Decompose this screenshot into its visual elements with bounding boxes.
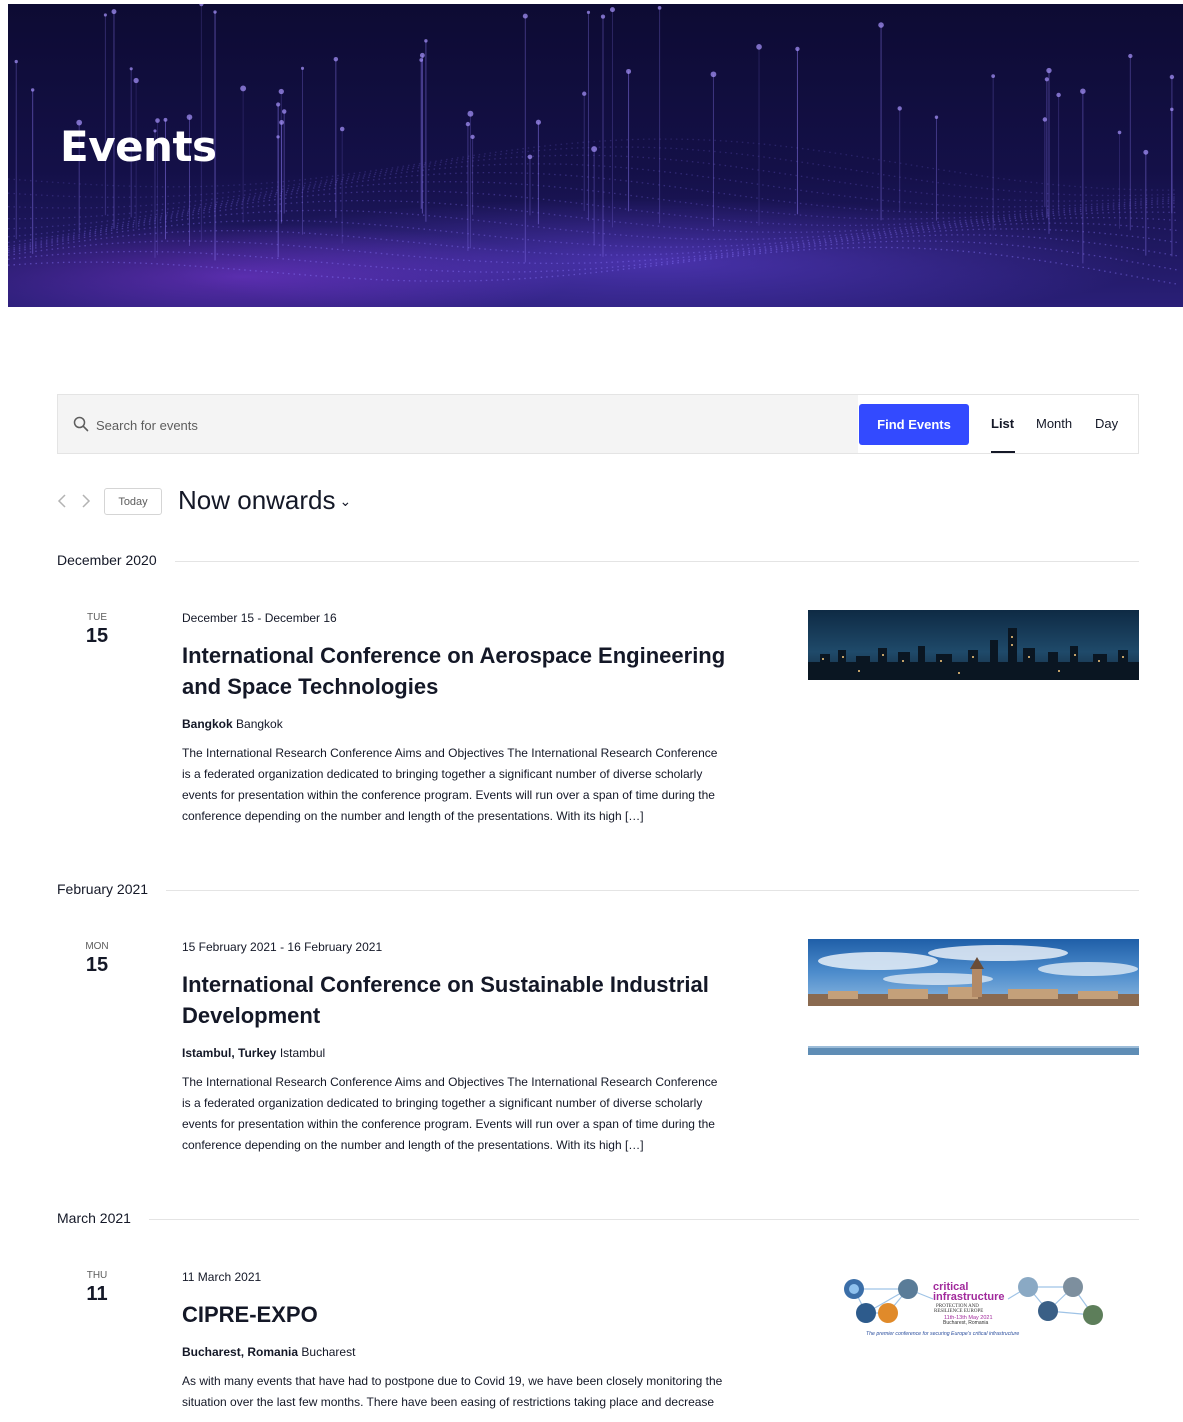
event-venue: Bucharest, Romania Bucharest [182, 1344, 772, 1360]
month-label: March 2021 [57, 1210, 149, 1226]
description-line: events for presentation within the confe… [182, 1117, 715, 1131]
venue-name: Bangkok [182, 717, 233, 731]
event-title-line: Development [182, 1003, 321, 1028]
previous-arrow-icon[interactable] [56, 493, 68, 509]
description-line: events for presentation within the confe… [182, 788, 715, 802]
event-title-line: and Space Technologies [182, 674, 439, 699]
event-title-line: CIPRE-EXPO [182, 1302, 318, 1327]
venue-name: Bucharest, Romania [182, 1345, 299, 1359]
chevron-down-icon: ⌄ [339, 493, 352, 509]
month-divider-line [57, 890, 1139, 891]
event-details: 11 March 2021 CIPRE-EXPO Bucharest, Roma… [182, 1269, 772, 1413]
hero-banner: Events [8, 4, 1183, 307]
date-range-selector[interactable]: Now onwards ⌄ [178, 485, 351, 516]
event-title-line: International Conference on Aerospace En… [182, 643, 726, 668]
event-day: 15 [85, 625, 109, 647]
description-line: The International Research Conference Ai… [182, 746, 718, 760]
event-date-tag: THU 11 [57, 1270, 137, 1306]
event-date-tag: MON 15 [57, 941, 137, 977]
event-title-link[interactable]: International Conference on Aerospace En… [182, 640, 772, 702]
event-datetime: 15 February 2021 - 16 February 2021 [182, 940, 383, 954]
month-label: December 2020 [57, 552, 175, 568]
event-weekday: MON [85, 941, 109, 952]
event-weekday: TUE [87, 612, 107, 623]
event-datetime: December 15 - December 16 [182, 611, 337, 625]
logo-tagline: The premier conference for securing Euro… [866, 1331, 1019, 1337]
event-description: The International Research Conference Ai… [182, 1072, 772, 1156]
month-divider-line [57, 1219, 1139, 1220]
page-title: Events [60, 122, 217, 171]
event-featured-image[interactable] [808, 939, 1139, 1055]
event-title-link[interactable]: CIPRE-EXPO [182, 1299, 772, 1330]
description-line: conference depending on the number and l… [182, 1138, 644, 1152]
month-separator: March 2021 [57, 1210, 1139, 1230]
event-venue: Bangkok Bangkok [182, 716, 772, 732]
next-arrow-icon[interactable] [80, 493, 92, 509]
logo-text-location: Bucharest, Romania [943, 1320, 989, 1326]
description-line: As with many events that have had to pos… [182, 1374, 723, 1388]
event-title-link[interactable]: International Conference on Sustainable … [182, 969, 772, 1031]
view-tab-day[interactable]: Day [1095, 416, 1118, 431]
event-description: The International Research Conference Ai… [182, 743, 772, 827]
view-tab-month[interactable]: Month [1036, 416, 1072, 431]
description-line: conference depending on the number and l… [182, 809, 644, 823]
event-title-line: International Conference on Sustainable … [182, 972, 709, 997]
today-button[interactable]: Today [104, 488, 162, 515]
venue-city: Bangkok [236, 717, 283, 731]
find-events-button[interactable]: Find Events [859, 404, 969, 445]
description-line: is a federated organization dedicated to… [182, 767, 703, 781]
event-day: 11 [86, 1283, 108, 1305]
event-description: As with many events that have had to pos… [182, 1371, 772, 1413]
description-line: is a federated organization dedicated to… [182, 1096, 703, 1110]
venue-name: Istambul, Turkey [182, 1046, 277, 1060]
search-area [58, 395, 858, 453]
search-icon [73, 416, 89, 432]
venue-city: Bucharest [301, 1345, 356, 1359]
active-view-indicator [991, 451, 1015, 453]
logo-text-infrastructure: infrastructure [933, 1291, 1005, 1303]
logo-text-resilience: RESILIENCE EUROPE [934, 1309, 983, 1314]
event-featured-image[interactable] [808, 610, 1139, 680]
month-divider-line [57, 561, 1139, 562]
date-range-label: Now onwards [178, 485, 336, 515]
event-datetime: 11 March 2021 [182, 1270, 262, 1284]
month-separator: December 2020 [57, 552, 1139, 572]
event-weekday: THU [86, 1270, 108, 1281]
event-details: 15 February 2021 - 16 February 2021 Inte… [182, 939, 772, 1156]
event-day: 15 [85, 954, 109, 976]
event-details: December 15 - December 16 International … [182, 610, 772, 827]
events-bar: Find Events List Month Day [57, 394, 1139, 454]
venue-city: Istambul [279, 1046, 326, 1060]
event-venue: Istambul, Turkey Istambul [182, 1045, 772, 1061]
event-date-tag: TUE 15 [57, 612, 137, 648]
event-featured-image[interactable]: critical infrastructure PROTECTION AND R… [808, 1277, 1139, 1347]
month-label: February 2021 [57, 881, 167, 897]
view-tab-list[interactable]: List [991, 416, 1014, 431]
description-line: situation over the last few months. Ther… [182, 1395, 715, 1409]
description-line: The International Research Conference Ai… [182, 1075, 718, 1089]
search-input[interactable] [94, 410, 838, 440]
month-separator: February 2021 [57, 881, 1139, 901]
